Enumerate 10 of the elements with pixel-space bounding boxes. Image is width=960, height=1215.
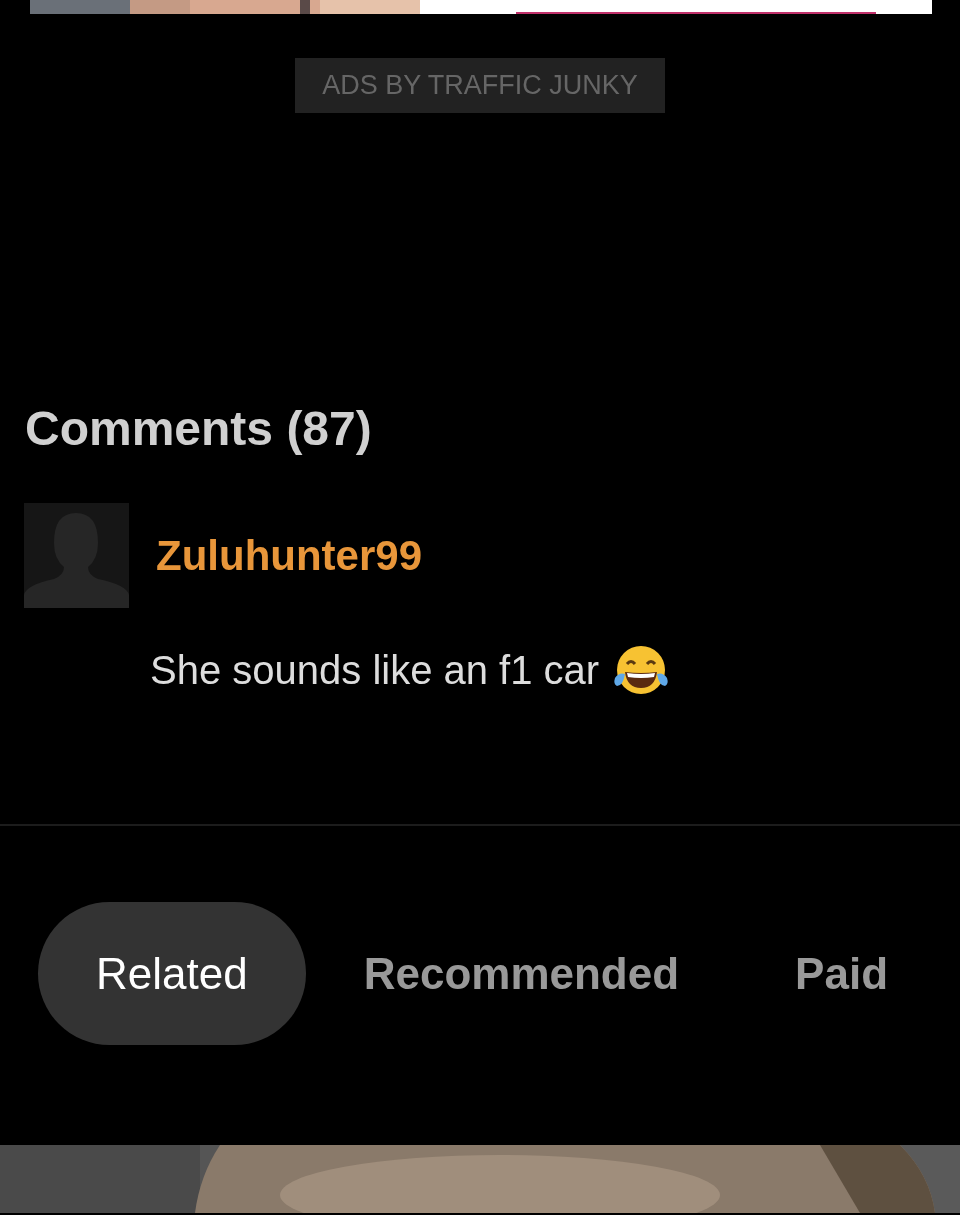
avatar-icon xyxy=(24,503,129,608)
ad-banner[interactable] xyxy=(420,0,932,14)
tab[interactable]: Paid xyxy=(737,902,946,1045)
tab[interactable]: Related xyxy=(38,902,306,1045)
comment-text: She sounds like an f1 car xyxy=(150,647,600,693)
comments-heading: Comments (87) xyxy=(25,401,373,457)
laughing-emoji-icon xyxy=(613,644,670,696)
ad-label: ADS BY TRAFFIC JUNKY xyxy=(295,58,665,113)
username[interactable]: Zuluhunter99 xyxy=(156,531,422,580)
tab[interactable]: Recommended xyxy=(305,902,738,1045)
